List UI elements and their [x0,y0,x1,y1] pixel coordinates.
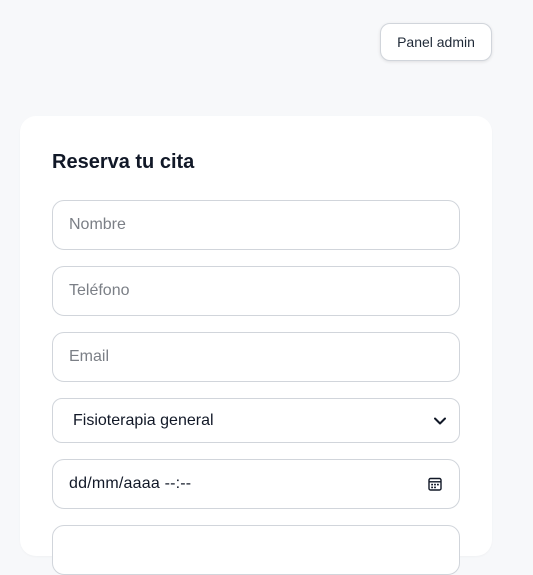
service-select[interactable]: Fisioterapia general [52,398,460,443]
form-title: Reserva tu cita [52,151,195,173]
chevron-down-icon [433,414,447,428]
email-input[interactable] [52,332,460,382]
name-input[interactable] [52,200,460,250]
calendar-icon[interactable] [427,476,443,492]
admin-panel-button[interactable]: Panel admin [380,23,492,61]
next-field[interactable] [52,525,460,575]
service-select-value: Fisioterapia general [73,411,214,429]
booking-card: Reserva tu cita Fisioterapia general dd/… [20,116,492,575]
phone-input[interactable] [52,266,460,316]
datetime-input[interactable]: dd/mm/aaaa --:-- [52,459,460,509]
datetime-placeholder: dd/mm/aaaa --:-- [69,475,192,492]
